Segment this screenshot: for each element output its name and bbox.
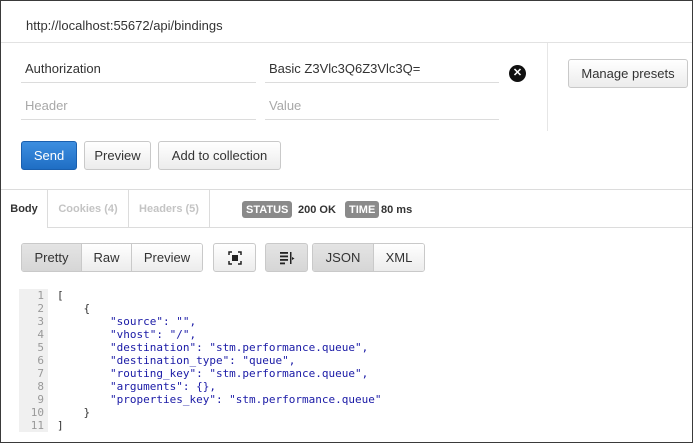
code-text: "destination_type": "queue",	[57, 354, 296, 367]
code-line: 2 {	[19, 302, 679, 315]
line-number: 8	[19, 380, 48, 393]
remove-header-icon[interactable]: ✕	[509, 65, 526, 82]
code-text: {	[57, 302, 91, 315]
code-text: "destination": "stm.performance.queue",	[57, 341, 369, 354]
line-number: 5	[19, 341, 48, 354]
new-header-key-input[interactable]	[21, 92, 256, 120]
line-number: 1	[19, 289, 48, 302]
code-text: "properties_key": "stm.performance.queue…	[57, 393, 382, 406]
url-input[interactable]	[26, 16, 666, 34]
tab-headers[interactable]: Headers (5)	[129, 190, 210, 228]
status-badge: STATUS	[242, 201, 293, 218]
code-text: "source": "",	[57, 315, 197, 328]
new-header-value-input[interactable]	[265, 92, 499, 120]
line-number: 2	[19, 302, 48, 315]
header-value-input[interactable]	[265, 55, 499, 83]
response-body-code[interactable]: 1[2 {3 "source": "", 4 "vhost": "/", 5 "de…	[19, 289, 679, 437]
view-pretty-button[interactable]: Pretty	[22, 244, 82, 271]
tab-body[interactable]: Body	[1, 190, 48, 228]
code-line: 4 "vhost": "/",	[19, 328, 679, 341]
line-number: 10	[19, 406, 48, 419]
line-number: 4	[19, 328, 48, 341]
wrap-lines-icon	[279, 251, 294, 264]
line-number: 9	[19, 393, 48, 406]
expand-icon	[227, 250, 242, 265]
rest-client-window: ✕ Manage presets Send Preview Add to col…	[0, 0, 693, 443]
line-number: 11	[19, 419, 48, 432]
code-text: "arguments": {},	[57, 380, 216, 393]
response-tabs: Body Cookies (4) Headers (5) STATUS 200 …	[1, 189, 692, 228]
code-line: 3 "source": "",	[19, 315, 679, 328]
code-line: 7 "routing_key": "stm.performance.queue"…	[19, 367, 679, 380]
line-number: 7	[19, 367, 48, 380]
status-value: 200 OK	[298, 203, 336, 216]
expand-button[interactable]	[213, 243, 256, 272]
format-json-button[interactable]: JSON	[313, 244, 374, 271]
code-line: 1[	[19, 289, 679, 302]
code-line: 5 "destination": "stm.performance.queue"…	[19, 341, 679, 354]
code-text: [	[57, 289, 64, 302]
time-badge: TIME	[345, 201, 380, 218]
add-to-collection-button[interactable]: Add to collection	[158, 141, 281, 170]
format-group: JSON XML	[312, 243, 425, 272]
code-text: "routing_key": "stm.performance.queue",	[57, 367, 369, 380]
time-value: 80 ms	[381, 203, 413, 216]
view-raw-button[interactable]: Raw	[82, 244, 132, 271]
code-line: 9 "properties_key": "stm.performance.que…	[19, 393, 679, 406]
wrap-lines-button[interactable]	[265, 243, 308, 272]
url-bar	[1, 1, 692, 43]
line-number: 6	[19, 354, 48, 367]
code-text: ]	[57, 419, 64, 432]
code-line: 11]	[19, 419, 679, 432]
tab-cookies[interactable]: Cookies (4)	[48, 190, 129, 228]
header-key-input[interactable]	[21, 55, 256, 83]
code-text: }	[57, 406, 91, 419]
preview-request-button[interactable]: Preview	[84, 141, 151, 170]
manage-presets-button[interactable]: Manage presets	[568, 59, 688, 88]
code-line: 6 "destination_type": "queue",	[19, 354, 679, 367]
line-number: 3	[19, 315, 48, 328]
code-line: 10 }	[19, 406, 679, 419]
code-line: 8 "arguments": {},	[19, 380, 679, 393]
view-preview-button[interactable]: Preview	[132, 244, 202, 271]
divider	[547, 43, 548, 131]
view-mode-group: Pretty Raw Preview	[21, 243, 203, 272]
format-xml-button[interactable]: XML	[374, 244, 424, 271]
code-text: "vhost": "/",	[57, 328, 197, 341]
send-button[interactable]: Send	[21, 141, 77, 170]
